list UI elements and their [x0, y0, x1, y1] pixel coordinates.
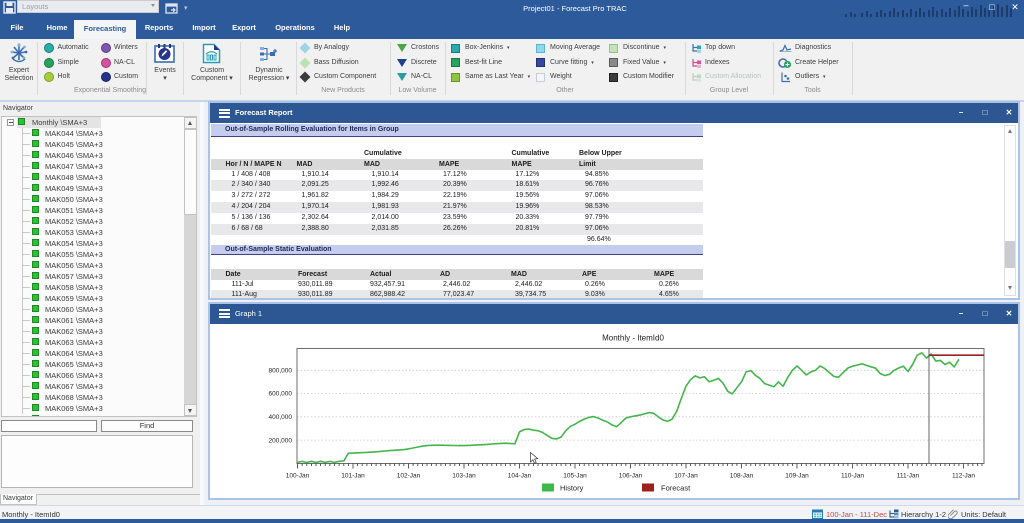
- svg-text:600,000: 600,000: [269, 390, 293, 397]
- svg-text:400,000: 400,000: [269, 414, 293, 421]
- svg-text:104-Jan: 104-Jan: [508, 472, 532, 479]
- svg-text:103-Jan: 103-Jan: [452, 472, 476, 479]
- svg-text:History: History: [560, 483, 584, 492]
- svg-text:108-Jan: 108-Jan: [730, 472, 754, 479]
- svg-text:110-Jan: 110-Jan: [841, 472, 864, 479]
- svg-text:200,000: 200,000: [269, 437, 293, 444]
- svg-text:Monthly - ItemId0: Monthly - ItemId0: [602, 333, 664, 342]
- svg-text:106-Jan: 106-Jan: [619, 472, 643, 479]
- svg-text:800,000: 800,000: [269, 367, 293, 374]
- svg-text:109-Jan: 109-Jan: [785, 472, 809, 479]
- svg-text:105-Jan: 105-Jan: [563, 472, 587, 479]
- svg-text:112-Jan: 112-Jan: [952, 472, 975, 479]
- svg-text:107-Jan: 107-Jan: [674, 472, 698, 479]
- svg-text:100-Jan: 100-Jan: [286, 472, 310, 479]
- svg-text:101-Jan: 101-Jan: [341, 472, 365, 479]
- svg-text:Forecast: Forecast: [661, 483, 691, 492]
- svg-text:102-Jan: 102-Jan: [397, 472, 421, 479]
- svg-text:111-Jan: 111-Jan: [897, 472, 920, 479]
